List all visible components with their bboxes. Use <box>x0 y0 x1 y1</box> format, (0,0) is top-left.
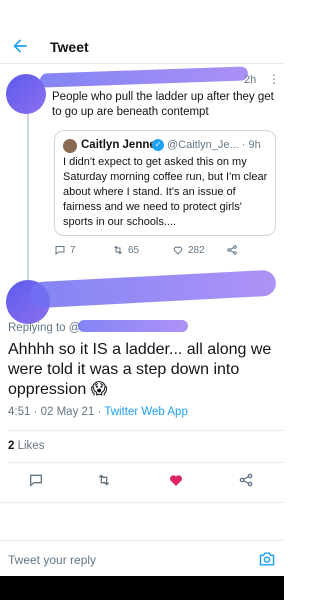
retweet-icon <box>98 474 110 486</box>
redaction-scribble <box>78 320 188 332</box>
tweet-text: People who pull the ladder up after they… <box>52 91 274 118</box>
share-button[interactable] <box>226 244 238 256</box>
avatar <box>63 139 77 153</box>
reply-count: 7 <box>70 244 76 256</box>
tweet-text: Ahhhh so it IS a ladder... all along we … <box>8 341 272 398</box>
tweet-actions <box>0 470 284 494</box>
quoted-author-handle: @Caitlyn_Je... · 9h <box>167 139 261 151</box>
quoted-tweet[interactable]: Caitlyn Jenner ✓ @Caitlyn_Je... · 9h I d… <box>54 130 276 236</box>
page-title: Tweet <box>50 39 89 55</box>
camera-icon[interactable] <box>258 551 276 567</box>
reply-input[interactable]: Tweet your reply <box>8 553 96 567</box>
status-bar <box>0 0 284 20</box>
share-button[interactable] <box>238 472 254 488</box>
like-button[interactable] <box>168 472 184 488</box>
likes-summary[interactable]: 2 Likes <box>8 440 44 452</box>
tweet-timestamp: 4:51 · 02 May 21 · <box>8 406 105 418</box>
source-app-link[interactable]: Twitter Web App <box>104 406 188 418</box>
divider <box>8 462 284 463</box>
reply-composer[interactable]: Tweet your reply <box>0 540 284 576</box>
arrow-left-icon[interactable] <box>10 36 30 56</box>
share-icon <box>227 245 237 255</box>
reply-button[interactable] <box>28 472 44 488</box>
system-nav-bar <box>0 576 284 600</box>
heart-icon <box>173 246 183 255</box>
retweet-button[interactable] <box>96 472 112 488</box>
quoted-text: I didn't expect to get asked this on my … <box>63 156 268 228</box>
redaction-scribble <box>29 269 277 309</box>
divider <box>8 430 284 431</box>
verified-badge-icon: ✓ <box>152 139 164 151</box>
likes-label: Likes <box>17 440 45 452</box>
reply-icon <box>55 246 65 256</box>
like-count: 282 <box>188 244 205 256</box>
share-icon <box>239 473 253 487</box>
retweet-icon <box>114 245 122 255</box>
like-button[interactable]: 282 <box>172 244 205 256</box>
likes-count: 2 <box>8 440 15 452</box>
quoted-author-name: Caitlyn Jenner <box>81 139 161 151</box>
retweet-count: 65 <box>128 244 140 256</box>
parent-tweet[interactable]: 2h ⋮ People who pull the ladder up after… <box>0 66 284 310</box>
retweet-button[interactable]: 65 <box>112 244 139 256</box>
app-header: Tweet <box>0 30 284 64</box>
divider <box>0 502 284 503</box>
reply-button[interactable]: 7 <box>54 244 76 256</box>
tweet-time: 2h <box>244 74 257 86</box>
replying-to: Replying to @ <box>8 322 81 334</box>
redaction-scribble <box>39 66 249 88</box>
tweet-actions: 7 65 282 <box>54 244 276 262</box>
heart-filled-icon <box>170 475 182 486</box>
reply-icon <box>30 474 42 487</box>
tweet-meta: 4:51 · 02 May 21 · Twitter Web App <box>8 406 188 418</box>
more-options-icon[interactable]: ⋮ <box>268 72 280 86</box>
